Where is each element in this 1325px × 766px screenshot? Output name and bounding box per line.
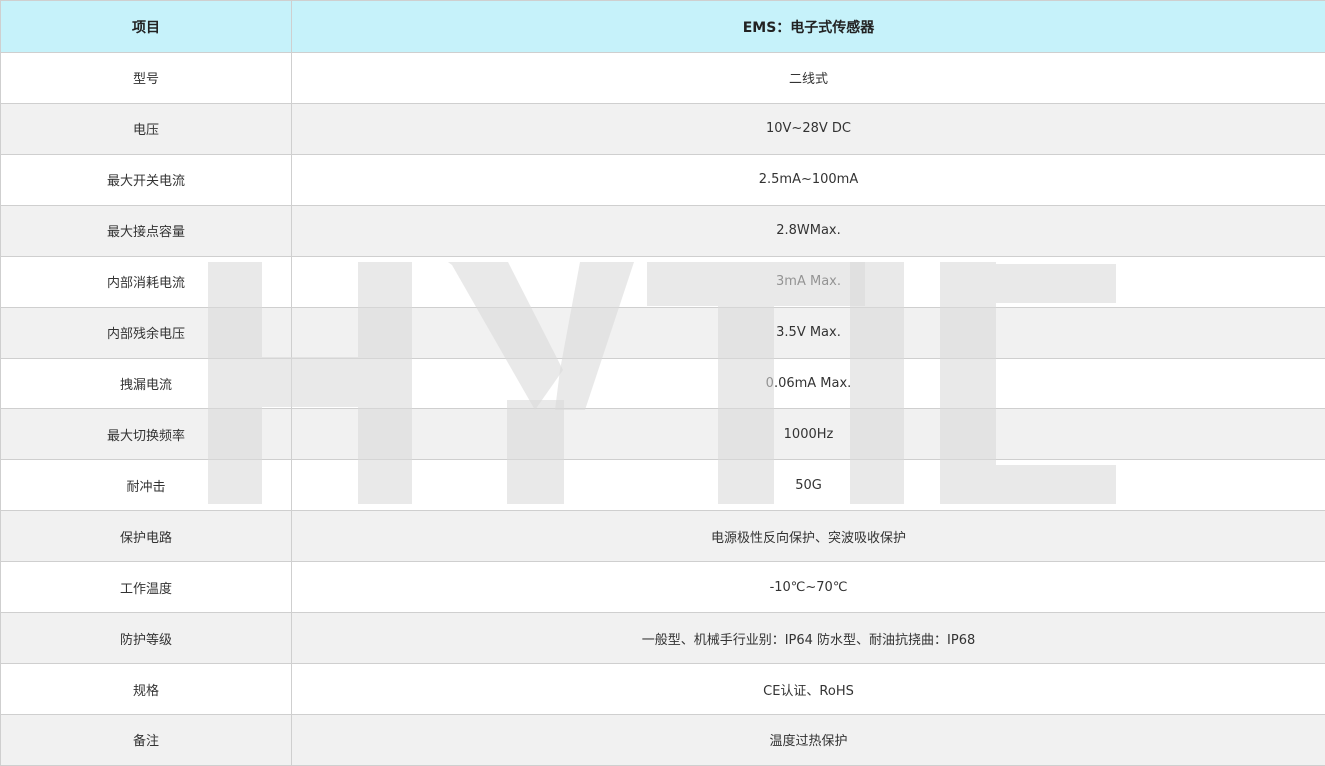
row-label: 最大开关电流 bbox=[0, 153, 292, 206]
row-value: 3.5V Max. bbox=[291, 306, 1325, 359]
table-row: 电压 10V~28V DC bbox=[0, 102, 1325, 155]
row-label: 最大接点容量 bbox=[0, 204, 292, 257]
table-row: 内部消耗电流 3mA Max. bbox=[0, 255, 1325, 308]
table-row: 耐冲击 50G bbox=[0, 459, 1325, 512]
row-value: 50G bbox=[291, 459, 1325, 512]
table-row: 内部残余电压 3.5V Max. bbox=[0, 306, 1325, 359]
row-label: 工作温度 bbox=[0, 561, 292, 614]
table-row: 最大接点容量 2.8WMax. bbox=[0, 204, 1325, 257]
row-label: 最大切换频率 bbox=[0, 408, 292, 461]
row-value: CE认证、RoHS bbox=[291, 663, 1325, 715]
table-row: 备注 温度过热保护 bbox=[0, 713, 1325, 766]
header-item: 项目 bbox=[0, 0, 292, 53]
row-label: 保护电路 bbox=[0, 510, 292, 563]
row-value: 电源极性反向保护、突波吸收保护 bbox=[291, 510, 1325, 563]
table-row: 保护电路 电源极性反向保护、突波吸收保护 bbox=[0, 510, 1325, 563]
row-value: 二线式 bbox=[291, 52, 1325, 104]
row-label: 耐冲击 bbox=[0, 459, 292, 512]
table-row: 型号 二线式 bbox=[0, 52, 1325, 104]
row-label: 规格 bbox=[0, 663, 292, 715]
row-value: 0.06mA Max. bbox=[291, 357, 1325, 410]
row-value: 10V~28V DC bbox=[291, 102, 1325, 155]
row-value: 温度过热保护 bbox=[291, 713, 1325, 766]
row-label: 型号 bbox=[0, 52, 292, 104]
row-label: 内部残余电压 bbox=[0, 306, 292, 359]
table-row: 工作温度 -10℃~70℃ bbox=[0, 561, 1325, 614]
row-value: -10℃~70℃ bbox=[291, 561, 1325, 614]
spec-table: 项目 EMS：电子式传感器 型号 二线式 电压 10V~28V DC 最大开关电… bbox=[0, 0, 1325, 766]
row-value: 3mA Max. bbox=[291, 255, 1325, 308]
row-value: 一般型、机械手行业别：IP64 防水型、耐油抗挠曲：IP68 bbox=[291, 612, 1325, 665]
header-product: EMS：电子式传感器 bbox=[291, 0, 1325, 53]
row-label: 拽漏电流 bbox=[0, 357, 292, 410]
table-row: 拽漏电流 0.06mA Max. bbox=[0, 357, 1325, 410]
table-row: 规格 CE认证、RoHS bbox=[0, 663, 1325, 715]
row-value: 2.5mA~100mA bbox=[291, 153, 1325, 206]
row-value: 2.8WMax. bbox=[291, 204, 1325, 257]
header-row: 项目 EMS：电子式传感器 bbox=[0, 0, 1325, 53]
row-label: 防护等级 bbox=[0, 612, 292, 665]
row-label: 备注 bbox=[0, 713, 292, 766]
table-row: 最大切换频率 1000Hz bbox=[0, 408, 1325, 461]
table-row: 防护等级 一般型、机械手行业别：IP64 防水型、耐油抗挠曲：IP68 bbox=[0, 612, 1325, 665]
row-value: 1000Hz bbox=[291, 408, 1325, 461]
table-row: 最大开关电流 2.5mA~100mA bbox=[0, 153, 1325, 206]
row-label: 电压 bbox=[0, 102, 292, 155]
row-label: 内部消耗电流 bbox=[0, 255, 292, 308]
